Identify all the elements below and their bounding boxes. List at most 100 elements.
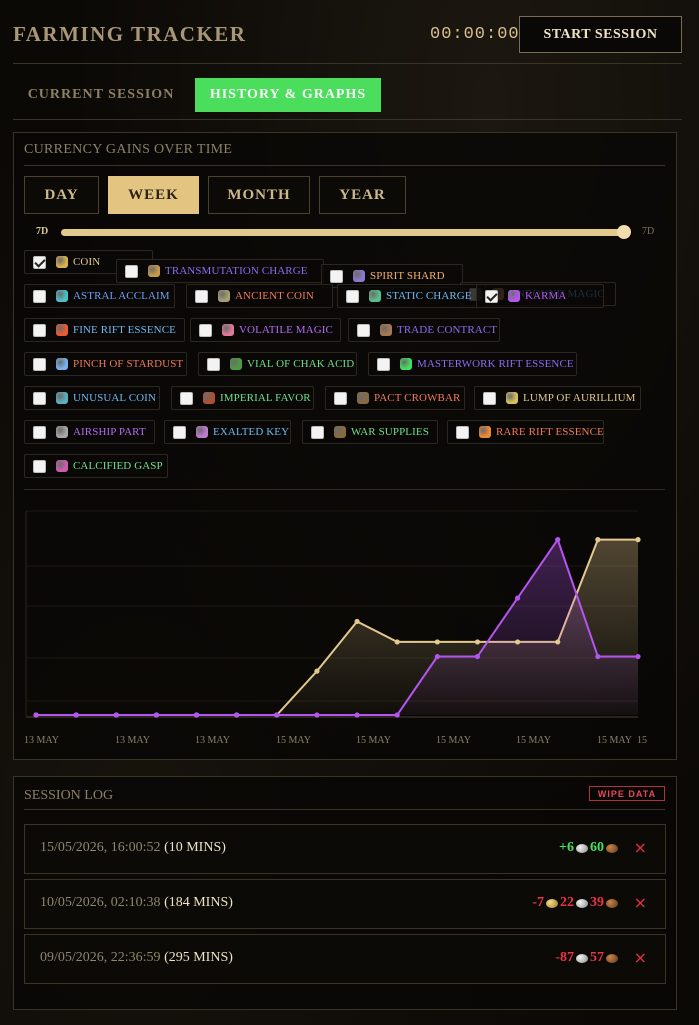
session-timestamp: 10/05/2026, 02:10:38 (40, 895, 165, 910)
currency-checkbox[interactable] (125, 264, 138, 278)
currency-filter-pact-crowbar[interactable]: PACT CROWBAR (325, 386, 465, 410)
slider-handle[interactable] (617, 225, 631, 239)
currency-label: TRANSMUTATION CHARGE (165, 265, 308, 277)
currency-checkbox[interactable] (207, 357, 220, 371)
currency-checkbox[interactable] (33, 357, 46, 371)
currency-checkbox[interactable] (33, 391, 46, 405)
session-gains: -87 57 (555, 950, 619, 966)
aurillium-icon (506, 392, 518, 404)
range-month-button[interactable]: MONTH (208, 176, 310, 214)
currency-label: ANCIENT COIN (235, 290, 314, 302)
exalted-key-icon (196, 426, 208, 438)
currency-filter-calcified-gasp[interactable]: CALCIFIED GASP (24, 454, 168, 478)
currency-filter-astral-acclaim[interactable]: ASTRAL ACCLAIM (24, 284, 175, 308)
currency-checkbox[interactable] (377, 357, 390, 371)
session-date: 15/05/2026, 16:00:52 (10 MINS) (40, 840, 226, 856)
currency-filter-trade-contract[interactable]: TRADE CONTRACT (348, 318, 500, 342)
x-tick-label: 15 MAY (516, 735, 551, 746)
currency-filter-airship-part[interactable]: AIRSHIP PART (24, 420, 155, 444)
gain-value: -87 (555, 950, 574, 965)
currency-checkbox[interactable] (173, 425, 186, 439)
unusual-coin-icon (56, 392, 68, 404)
currency-checkbox[interactable] (346, 289, 359, 303)
data-point (354, 712, 360, 718)
currency-filter-pinch-of-stardust[interactable]: PINCH OF STARDUST (24, 352, 187, 376)
currency-filter-vial-of-chak-acid[interactable]: VIAL OF CHAK ACID (198, 352, 357, 376)
session-timestamp: 09/05/2026, 22:36:59 (40, 950, 165, 965)
currency-filter-karma[interactable]: KARMA (476, 284, 604, 308)
currency-filter-fine-rift-essence[interactable]: FINE RIFT ESSENCE (24, 318, 185, 342)
range-day-button[interactable]: DAY (24, 176, 99, 214)
wipe-data-button[interactable]: WIPE DATA (589, 786, 665, 801)
currency-checkbox[interactable] (334, 391, 347, 405)
gain-value: +6 (559, 840, 574, 855)
data-point (474, 653, 481, 660)
currency-checkbox[interactable] (180, 391, 193, 405)
currency-checkbox[interactable] (33, 255, 46, 269)
x-tick-label: 13 MAY (115, 735, 150, 746)
currency-label: KARMA (525, 290, 567, 302)
currency-checkbox[interactable] (33, 425, 46, 439)
volatile-magic-icon (222, 324, 234, 336)
stardust-icon (56, 358, 68, 370)
silver-coin-icon (576, 843, 588, 853)
session-gains: -7 22 39 (532, 895, 619, 911)
currency-checkbox[interactable] (483, 391, 496, 405)
currency-label: PACT CROWBAR (374, 392, 461, 404)
start-session-button[interactable]: START SESSION (519, 16, 682, 53)
currency-label: MASTERWORK RIFT ESSENCE (417, 358, 574, 370)
currency-filter-volatile-magic[interactable]: VOLATILE MAGIC (190, 318, 341, 342)
coin-icon (56, 256, 68, 268)
bronze-coin-icon (606, 898, 618, 908)
time-range-slider[interactable] (61, 229, 626, 236)
data-point (33, 712, 39, 718)
range-week-button[interactable]: WEEK (108, 176, 199, 214)
currency-checkbox[interactable] (33, 459, 46, 473)
currency-label: STATIC CHARGE (386, 290, 472, 302)
currency-checkbox[interactable] (33, 323, 46, 337)
data-point (113, 712, 119, 718)
currency-checkbox[interactable] (199, 323, 212, 337)
gain-value: 22 (560, 895, 574, 910)
currency-checkbox[interactable] (456, 425, 469, 439)
graph-panel-title: CURRENCY GAINS OVER TIME (24, 142, 665, 166)
data-point (515, 595, 521, 601)
currency-filter-imperial-favor[interactable]: IMPERIAL FAVOR (171, 386, 314, 410)
delete-session-button[interactable]: × (634, 948, 647, 967)
data-point (434, 653, 440, 660)
app-title: FARMING TRACKER (13, 22, 247, 46)
silver-coin-icon (576, 953, 588, 963)
currency-filter-unusual-coin[interactable]: UNUSUAL COIN (24, 386, 160, 410)
ancient-coin-icon (218, 290, 230, 302)
currency-filter-ancient-coin[interactable]: ANCIENT COIN (186, 284, 333, 308)
currency-filter-war-supplies[interactable]: WAR SUPPLIES (302, 420, 438, 444)
currency-checkbox[interactable] (485, 289, 498, 303)
currency-filter-lump-of-aurillium[interactable]: LUMP OF AURILLIUM (474, 386, 641, 410)
tab-history-graphs[interactable]: HISTORY & GRAPHS (195, 78, 381, 112)
currency-checkbox[interactable] (195, 289, 208, 303)
currency-filter-transmutation-charge[interactable]: TRANSMUTATION CHARGE (116, 259, 324, 283)
graph-panel: CURRENCY GAINS OVER TIME DAY WEEK MONTH … (13, 132, 677, 760)
session-date: 09/05/2026, 22:36:59 (295 MINS) (40, 950, 233, 966)
session-duration: (295 MINS) (164, 950, 233, 965)
currency-filter-masterwork-rift-essence[interactable]: MASTERWORK RIFT ESSENCE (368, 352, 577, 376)
currency-filter-static-charge[interactable]: STATIC CHARGE (337, 284, 486, 308)
currency-label: ASTRAL ACCLAIM (73, 290, 170, 302)
data-point (314, 668, 320, 674)
range-year-button[interactable]: YEAR (319, 176, 406, 214)
currency-filter-exalted-key[interactable]: EXALTED KEY (164, 420, 291, 444)
pact-crowbar-icon (357, 392, 369, 404)
currency-checkbox[interactable] (33, 289, 46, 303)
currency-label: TRADE CONTRACT (397, 324, 498, 336)
currency-checkbox[interactable] (357, 323, 370, 337)
delete-session-button[interactable]: × (634, 838, 647, 857)
currency-chart: 13 MAY 13 MAY 13 MAY 15 MAY 15 MAY 15 MAY 15 M… (24, 510, 649, 746)
delete-session-button[interactable]: × (634, 893, 647, 912)
currency-checkbox[interactable] (311, 425, 324, 439)
tab-current-session[interactable]: CURRENT SESSION (13, 78, 189, 112)
currency-checkbox[interactable] (330, 269, 343, 283)
currency-filter-rare-rift-essence[interactable]: RARE RIFT ESSENCE (447, 420, 604, 444)
data-point (434, 639, 440, 645)
x-tick-label: 15 MAY (276, 735, 311, 746)
calcified-gasp-icon (56, 460, 68, 472)
